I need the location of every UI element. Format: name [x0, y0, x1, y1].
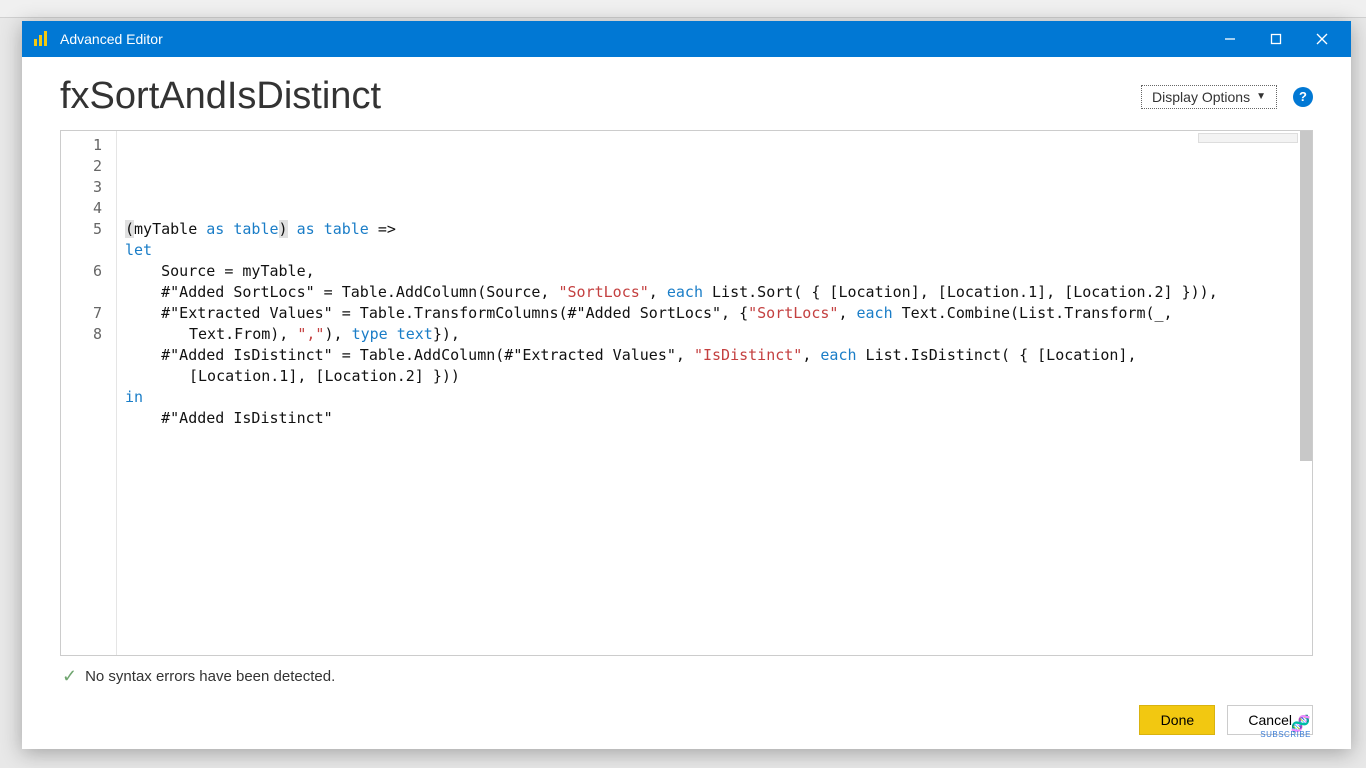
status-bar: ✓ No syntax errors have been detected. [60, 656, 1313, 687]
check-icon: ✓ [62, 666, 77, 687]
query-name: fxSortAndIsDistinct [60, 75, 1141, 118]
help-button[interactable]: ? [1293, 87, 1313, 107]
line-number: 4 [61, 198, 116, 219]
minimap[interactable] [1198, 133, 1298, 143]
background-ribbon [0, 0, 1366, 18]
dna-icon: 🧬 [1260, 720, 1311, 730]
line-number: 7 [61, 303, 116, 324]
window-title: Advanced Editor [60, 31, 1207, 47]
code-line-wrap[interactable]: [Location.1], [Location.2] })) [125, 366, 1304, 387]
code-textarea[interactable]: (myTable as table) as table =>let Source… [117, 131, 1312, 655]
display-options-label: Display Options [1152, 89, 1250, 105]
done-button[interactable]: Done [1139, 705, 1215, 735]
line-number-gutter: 12345 6 78 [61, 131, 117, 655]
code-line[interactable]: let [125, 240, 1304, 261]
subscribe-watermark: 🧬 SUBSCRIBE [1260, 720, 1311, 739]
line-number: 5 [61, 219, 116, 240]
header-row: fxSortAndIsDistinct Display Options ▼ ? [60, 75, 1313, 118]
chevron-down-icon: ▼ [1256, 91, 1266, 102]
button-row: Done Cancel 🧬 SUBSCRIBE [60, 687, 1313, 735]
vertical-scrollbar[interactable] [1300, 131, 1312, 461]
maximize-button[interactable] [1253, 21, 1299, 57]
code-line[interactable]: in [125, 387, 1304, 408]
code-line[interactable]: Source = myTable, [125, 261, 1304, 282]
status-message: No syntax errors have been detected. [85, 668, 335, 685]
line-number: 6 [61, 261, 116, 282]
line-number: 2 [61, 156, 116, 177]
advanced-editor-dialog: Advanced Editor fxSortAndIsDistinct Disp… [22, 21, 1351, 749]
line-number: 1 [61, 135, 116, 156]
code-line[interactable]: #"Added IsDistinct" = Table.AddColumn(#"… [125, 345, 1304, 366]
display-options-dropdown[interactable]: Display Options ▼ [1141, 85, 1277, 109]
line-number: 8 [61, 324, 116, 345]
power-bi-logo-icon [32, 30, 50, 48]
code-editor[interactable]: 12345 6 78 (myTable as table) as table =… [60, 130, 1313, 656]
code-line[interactable]: #"Added SortLocs" = Table.AddColumn(Sour… [125, 282, 1304, 303]
line-number: 3 [61, 177, 116, 198]
titlebar: Advanced Editor [22, 21, 1351, 57]
code-line-wrap[interactable]: Text.From), ","), type text}), [125, 324, 1304, 345]
code-line[interactable]: #"Added IsDistinct" [125, 408, 1304, 429]
minimize-button[interactable] [1207, 21, 1253, 57]
close-button[interactable] [1299, 21, 1345, 57]
code-line[interactable]: #"Extracted Values" = Table.TransformCol… [125, 303, 1304, 324]
code-line[interactable]: (myTable as table) as table => [125, 219, 1304, 240]
dialog-content: fxSortAndIsDistinct Display Options ▼ ? … [22, 57, 1351, 749]
